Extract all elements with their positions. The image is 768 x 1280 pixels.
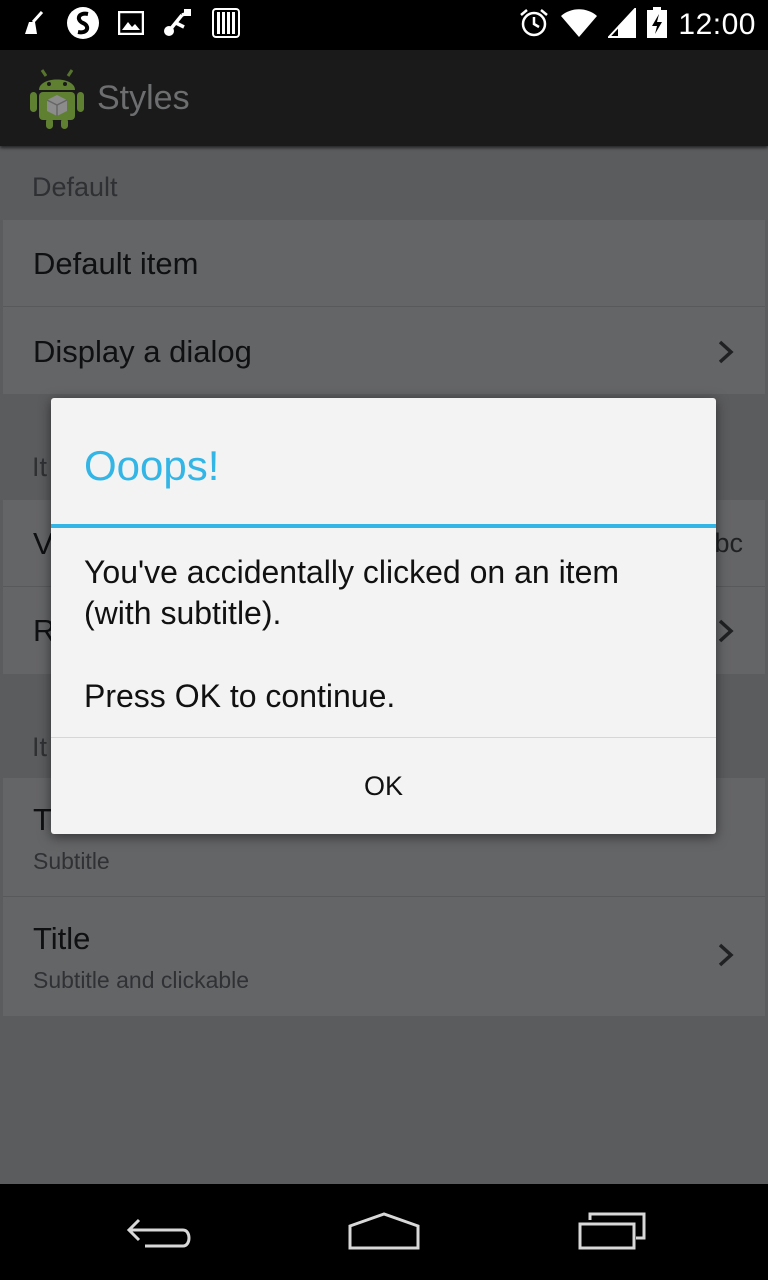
dialog-title: Ooops! [84,442,220,489]
list-item-subtitle: Subtitle [33,848,110,874]
recents-button[interactable] [572,1204,652,1260]
section-header-2: It [32,452,48,482]
alarm-icon [518,7,550,44]
list-item-title: T [33,802,52,837]
dialog-message-line1: You've accidentally clicked on an item (… [84,554,620,631]
cleaner-icon [22,10,48,41]
wifi-icon [560,8,598,43]
card-default: Default item Display a dialog [3,220,765,394]
ok-button[interactable]: OK [51,738,716,834]
list-item-title: Title [33,921,91,956]
list-item-value-text: bc [714,528,743,558]
navigation-bar [0,1184,768,1280]
chevron-right-icon [718,340,734,364]
swype-icon [66,6,100,45]
list-item-default-item[interactable]: Default item [3,220,765,307]
home-button[interactable] [344,1204,424,1260]
list-item-subtitle: Subtitle and clickable [33,967,250,993]
dialog-message: You've accidentally clicked on an item (… [84,552,684,717]
recents-icon [578,1212,646,1250]
chevron-right-icon [718,943,734,967]
battery-charging-icon [646,6,668,44]
list-item-title: Default item [33,246,199,281]
signal-icon [607,5,637,43]
status-right-icons: 12:00 [518,5,756,44]
list-item-title: Display a dialog [33,334,252,369]
dialog-message-line2: Press OK to continue. [84,678,396,714]
home-icon [348,1212,420,1250]
back-icon [126,1218,191,1248]
status-time: 12:00 [678,8,756,41]
image-icon [117,10,145,40]
app-title: Styles [97,79,190,117]
action-bar: Styles [0,50,768,146]
alert-dialog: Ooops! You've accidentally clicked on an… [51,398,716,834]
section-header-3: It [32,732,48,762]
back-button[interactable] [120,1204,200,1260]
barcode-icon [212,7,240,43]
usb-icon [162,7,194,44]
list-item-clickable-subtitle[interactable]: Title Subtitle and clickable [3,897,765,1016]
android-app-icon[interactable] [28,66,86,130]
dialog-title-divider [51,524,716,528]
section-header-default: Default [32,172,118,202]
chevron-right-icon [718,619,734,643]
status-bar: 12:00 [0,0,768,50]
list-item-display-dialog[interactable]: Display a dialog [3,307,765,394]
status-left-icons [22,6,240,45]
